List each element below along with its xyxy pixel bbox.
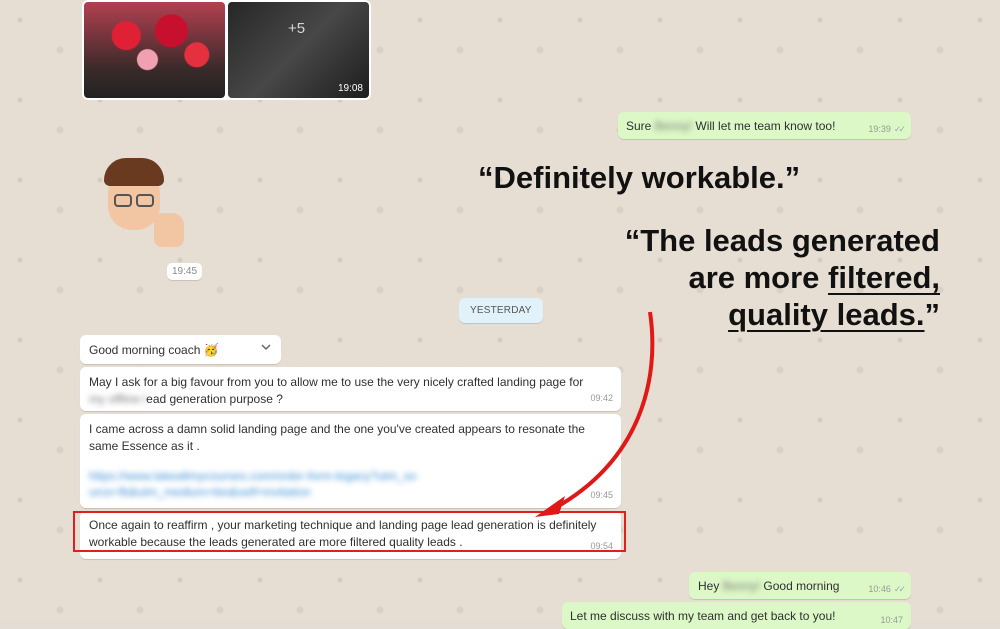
- memoji-sticker[interactable]: [104, 158, 190, 253]
- photo-thumbnail-more[interactable]: +5 19:08: [228, 2, 369, 98]
- message-bubble-outgoing[interactable]: Let me discuss with my team and get back…: [562, 602, 911, 629]
- message-link[interactable]: https://www.takeallmycourses.com/order-f…: [89, 468, 419, 500]
- quote-line: “The leads generated: [624, 223, 940, 258]
- message-bubble-incoming[interactable]: May I ask for a big favour from you to a…: [80, 367, 621, 411]
- media-album[interactable]: +5 19:08: [82, 0, 371, 100]
- message-time: 19:39 ✓✓: [868, 124, 906, 134]
- message-time: 10:46 ✓✓: [868, 584, 906, 594]
- quote-line: quality leads.”: [728, 297, 940, 332]
- blurred-name: Benny!: [654, 119, 693, 133]
- message-bubble-incoming[interactable]: Good morning coach 🥳: [80, 335, 281, 364]
- message-text: Will let me team know too!: [692, 119, 836, 133]
- sticker-time: 19:45: [167, 263, 203, 280]
- message-bubble-incoming[interactable]: I came across a damn solid landing page …: [80, 414, 621, 508]
- photo-thumbnail[interactable]: [84, 2, 225, 98]
- chevron-down-icon[interactable]: [261, 342, 271, 352]
- message-bubble-outgoing[interactable]: Sure Benny! Will let me team know too! 1…: [618, 112, 911, 139]
- double-check-icon: ✓✓: [893, 124, 906, 134]
- message-time: 10:47: [880, 615, 903, 625]
- message-text: ead generation purpose ?: [146, 392, 283, 406]
- message-text: May I ask for a big favour from you to a…: [89, 375, 584, 389]
- highlight-box: [73, 511, 626, 552]
- message-text: Hey: [698, 579, 723, 593]
- quote-line: are more filtered,: [688, 260, 940, 295]
- quote-definitely-workable: “Definitely workable.”: [478, 160, 801, 195]
- message-time: 19:08: [337, 83, 363, 94]
- thumbs-up-icon: [154, 213, 184, 247]
- sticker-hair: [104, 158, 164, 186]
- blurred-name: Benny!: [722, 579, 761, 593]
- date-separator: YESTERDAY: [459, 298, 543, 323]
- message-text: Good morning: [760, 579, 840, 593]
- message-time: 09:45: [590, 490, 613, 500]
- quote-leads-generated: “The leads generated are more filtered, …: [580, 222, 940, 333]
- message-bubble-outgoing[interactable]: Hey Benny! Good morning 10:46 ✓✓: [689, 572, 911, 599]
- blurred-text: my offline l: [89, 392, 147, 406]
- message-text: Good morning coach 🥳: [89, 343, 219, 357]
- double-check-icon: ✓✓: [893, 584, 906, 594]
- message-time: 09:42: [590, 393, 613, 403]
- sticker-glasses: [112, 194, 156, 208]
- message-text: I came across a damn solid landing page …: [89, 422, 585, 453]
- more-photos-count: +5: [288, 20, 306, 37]
- message-text: Sure: [626, 119, 655, 133]
